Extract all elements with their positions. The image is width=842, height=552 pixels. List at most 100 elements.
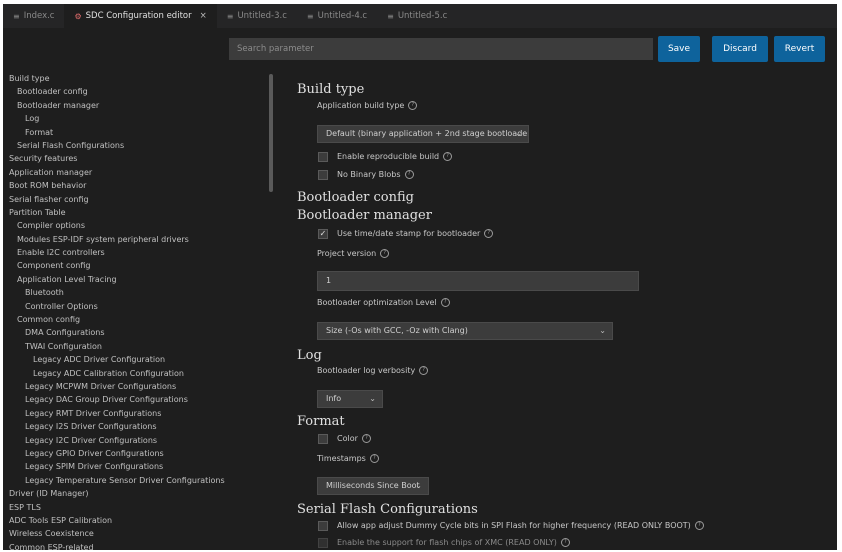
optimization-label: Bootloader optimization Level? bbox=[317, 298, 450, 307]
tree-item[interactable]: Legacy DAC Group Driver Configurations bbox=[9, 393, 264, 406]
select-value: Size (-Os with GCC, -Oz with Clang) bbox=[326, 326, 468, 335]
section-title-bootloader-config: Bootloader config bbox=[297, 190, 414, 205]
tab-untitled-3[interactable]: ≡ Untitled-3.c bbox=[217, 4, 297, 28]
tree-item[interactable]: Boot ROM behavior bbox=[9, 179, 264, 192]
tree-item[interactable]: Application Level Tracing bbox=[9, 273, 264, 286]
reproducible-build-checkbox[interactable] bbox=[318, 152, 328, 162]
chevron-down-icon: ⌄ bbox=[415, 481, 422, 490]
xmc-support-label: Enable the support for flash chips of XM… bbox=[337, 538, 570, 547]
gear-icon: ⚙ bbox=[74, 11, 82, 21]
help-icon[interactable]: ? bbox=[408, 101, 418, 110]
tree-item[interactable]: Legacy ADC Calibration Configuration bbox=[9, 367, 264, 380]
tree-item[interactable]: Build type bbox=[9, 72, 264, 85]
help-icon[interactable]: ? bbox=[560, 538, 570, 547]
search-input[interactable]: Search parameter bbox=[229, 38, 653, 60]
tree-item[interactable]: DMA Configurations bbox=[9, 326, 264, 339]
dummy-cycle-label: Allow app adjust Dummy Cycle bits in SPI… bbox=[337, 521, 704, 530]
log-verbosity-select[interactable]: Info ⌄ bbox=[317, 390, 383, 408]
scrollbar-thumb[interactable] bbox=[269, 74, 273, 192]
tree-item[interactable]: Wireless Coexistence bbox=[9, 527, 264, 540]
tree-item[interactable]: Common config bbox=[9, 313, 264, 326]
help-icon[interactable]: ? bbox=[443, 152, 453, 161]
file-icon: ≡ bbox=[226, 11, 234, 21]
tree-item[interactable]: Log bbox=[9, 112, 264, 125]
file-icon: ≡ bbox=[387, 11, 394, 21]
tree-item[interactable]: Serial flasher config bbox=[9, 193, 264, 206]
chevron-down-icon: ⌄ bbox=[515, 129, 522, 138]
tree-item[interactable]: Legacy Temperature Sensor Driver Configu… bbox=[9, 474, 264, 487]
section-title-bootloader-manager: Bootloader manager bbox=[297, 208, 432, 223]
tree-item[interactable]: Compiler options bbox=[9, 219, 264, 232]
tree-item[interactable]: Modules ESP-IDF system peripheral driver… bbox=[9, 233, 264, 246]
tree-item[interactable]: ESP TLS bbox=[9, 501, 264, 514]
tab-label: Untitled-5.c bbox=[397, 11, 448, 21]
tree-item[interactable]: Legacy I2C Driver Configurations bbox=[9, 434, 264, 447]
discard-button[interactable]: Discard bbox=[712, 36, 768, 62]
tree-item[interactable]: Serial Flash Configurations bbox=[9, 139, 264, 152]
tab-untitled-4[interactable]: ≡ Untitled-4.c bbox=[297, 4, 377, 28]
tree-item[interactable]: Partition Table bbox=[9, 206, 264, 219]
tree-item[interactable]: Legacy RMT Driver Configurations bbox=[9, 407, 264, 420]
help-icon[interactable]: ? bbox=[361, 434, 371, 443]
tree-item[interactable]: Bootloader config bbox=[9, 85, 264, 98]
section-title-log: Log bbox=[297, 348, 322, 363]
tree-item[interactable]: Security features bbox=[9, 152, 264, 165]
settings-panel: Build type Application build type? Defau… bbox=[293, 72, 837, 550]
tree-item[interactable]: Enable I2C controllers bbox=[9, 246, 264, 259]
revert-button[interactable]: Revert bbox=[774, 36, 825, 62]
dummy-cycle-checkbox[interactable] bbox=[318, 521, 328, 531]
select-value: Info bbox=[326, 394, 342, 403]
color-label: Color? bbox=[337, 434, 371, 443]
tab-label: Untitled-4.c bbox=[317, 11, 368, 21]
help-icon[interactable]: ? bbox=[369, 454, 379, 463]
app-build-type-select[interactable]: Default (binary application + 2nd stage … bbox=[317, 125, 529, 143]
help-icon[interactable]: ? bbox=[440, 298, 450, 307]
tree-item[interactable]: Legacy SPIM Driver Configurations bbox=[9, 460, 264, 473]
timestamps-select[interactable]: Milliseconds Since Boot ⌄ bbox=[317, 477, 429, 495]
file-icon: ≡ bbox=[13, 11, 20, 21]
tree-item[interactable]: Bootloader manager bbox=[9, 99, 264, 112]
toolbar: Search parameter Save Discard Revert bbox=[3, 28, 837, 70]
help-icon[interactable]: ? bbox=[380, 249, 390, 258]
help-icon[interactable]: ? bbox=[419, 366, 429, 375]
close-icon[interactable]: × bbox=[200, 11, 207, 21]
timestamp-label: Use time/date stamp for bootloader? bbox=[337, 229, 494, 238]
xmc-support-checkbox[interactable] bbox=[318, 538, 328, 548]
tree-item[interactable]: Driver (ID Manager) bbox=[9, 487, 264, 500]
tree-item[interactable]: Format bbox=[9, 126, 264, 139]
tab-index[interactable]: ≡ Index.c bbox=[3, 4, 64, 28]
tree-scrollbar[interactable] bbox=[268, 72, 276, 550]
no-binary-blobs-label: No Binary Blobs? bbox=[337, 170, 414, 179]
optimization-select[interactable]: Size (-Os with GCC, -Oz with Clang) ⌄ bbox=[317, 322, 613, 340]
timestamp-checkbox[interactable]: ✓ bbox=[318, 229, 328, 239]
tree-item[interactable]: Bluetooth bbox=[9, 286, 264, 299]
chevron-down-icon: ⌄ bbox=[599, 326, 606, 335]
tree-item[interactable]: Legacy ADC Driver Configuration bbox=[9, 353, 264, 366]
help-icon[interactable]: ? bbox=[484, 229, 494, 238]
tree-item[interactable]: TWAI Configuration bbox=[9, 340, 264, 353]
save-button[interactable]: Save bbox=[658, 36, 700, 62]
tree-item[interactable]: ADC Tools ESP Calibration bbox=[9, 514, 264, 527]
settings-tree: Build type Bootloader config Bootloader ma… bbox=[9, 72, 264, 550]
tab-sdc-config[interactable]: ⚙ SDC Configuration editor × bbox=[64, 4, 217, 28]
chevron-down-icon: ⌄ bbox=[369, 394, 376, 403]
tree-item[interactable]: Legacy I2S Driver Configurations bbox=[9, 420, 264, 433]
project-version-label: Project version? bbox=[317, 249, 390, 258]
no-binary-blobs-checkbox[interactable] bbox=[318, 170, 328, 180]
tree-item[interactable]: Common ESP-related bbox=[9, 541, 264, 550]
tree-item[interactable]: Legacy GPIO Driver Configurations bbox=[9, 447, 264, 460]
tree-item[interactable]: Controller Options bbox=[9, 300, 264, 313]
section-title-serial-flash: Serial Flash Configurations bbox=[297, 502, 478, 517]
tree-item[interactable]: Application manager bbox=[9, 166, 264, 179]
select-value: Default (binary application + 2nd stage … bbox=[326, 129, 529, 138]
tab-bar: ≡ Index.c ⚙ SDC Configuration editor × ≡… bbox=[3, 4, 837, 28]
app-build-type-label: Application build type? bbox=[317, 101, 418, 110]
help-icon[interactable]: ? bbox=[694, 521, 704, 530]
tree-item[interactable]: Component config bbox=[9, 259, 264, 272]
reproducible-build-label: Enable reproducible build? bbox=[337, 152, 453, 161]
tab-untitled-5[interactable]: ≡ Untitled-5.c bbox=[377, 4, 457, 28]
project-version-input[interactable]: 1 bbox=[317, 271, 639, 291]
color-checkbox[interactable] bbox=[318, 434, 328, 444]
tree-item[interactable]: Legacy MCPWM Driver Configurations bbox=[9, 380, 264, 393]
help-icon[interactable]: ? bbox=[404, 170, 414, 179]
